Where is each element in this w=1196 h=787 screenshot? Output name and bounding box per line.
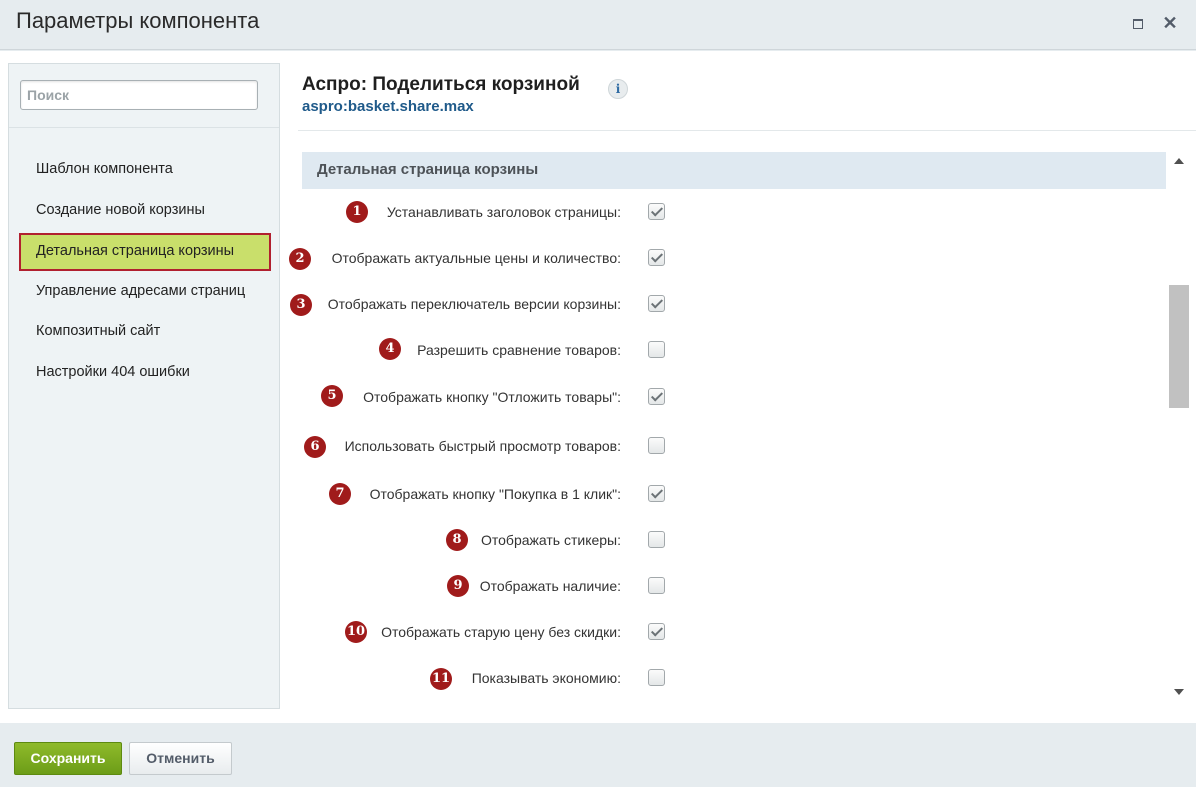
param-checkbox[interactable]	[648, 437, 665, 454]
sidebar-item-page-addresses[interactable]: Управление адресами страниц	[36, 283, 245, 299]
param-number-badge: 4	[379, 338, 401, 360]
header-divider	[298, 130, 1196, 131]
sidebar-item-new-basket[interactable]: Создание новой корзины	[36, 202, 205, 218]
param-checkbox[interactable]	[648, 577, 665, 594]
param-label: Устанавливать заголовок страницы:	[386, 204, 621, 220]
param-label: Отображать наличие:	[479, 578, 621, 594]
param-label: Отображать переключатель версии корзины:	[327, 296, 621, 312]
param-number-badge: 9	[447, 575, 469, 597]
param-number-badge: 11	[430, 668, 453, 690]
window-titlebar: Параметры компонента ✕	[0, 0, 1196, 50]
param-label: Показывать экономию:	[471, 670, 621, 686]
param-checkbox[interactable]	[648, 341, 665, 358]
sidebar-item-composite[interactable]: Композитный сайт	[36, 323, 160, 339]
param-number-badge: 3	[290, 294, 312, 316]
sidebar-divider	[9, 127, 279, 128]
param-checkbox[interactable]	[648, 203, 665, 220]
info-icon[interactable]: i	[608, 79, 628, 99]
search-field[interactable]	[20, 80, 258, 110]
param-number-badge: 5	[321, 385, 343, 407]
sidebar-item-template[interactable]: Шаблон компонента	[36, 161, 173, 177]
param-label: Отображать кнопку "Покупка в 1 клик":	[369, 486, 621, 502]
cancel-button[interactable]: Отменить	[129, 742, 232, 775]
param-label: Отображать актуальные цены и количество:	[331, 250, 621, 266]
param-number-badge: 6	[304, 436, 326, 458]
sidebar-item-404[interactable]: Настройки 404 ошибки	[36, 364, 190, 380]
param-checkbox[interactable]	[648, 249, 665, 266]
param-number-badge: 1	[346, 201, 368, 223]
sidebar-item-detail-page[interactable]: Детальная страница корзины	[19, 233, 271, 271]
window-title: Параметры компонента	[16, 8, 260, 33]
sidebar: Шаблон компонента Создание новой корзины…	[8, 63, 280, 709]
param-checkbox[interactable]	[648, 388, 665, 405]
param-label: Отображать кнопку "Отложить товары":	[363, 389, 621, 405]
component-code: aspro:basket.share.max	[302, 98, 474, 115]
param-checkbox[interactable]	[648, 623, 665, 640]
param-label: Разрешить сравнение товаров:	[417, 342, 621, 358]
param-number-badge: 10	[345, 621, 368, 643]
param-label: Отображать старую цену без скидки:	[381, 624, 621, 640]
scrollbar-thumb[interactable]	[1169, 285, 1189, 408]
param-checkbox[interactable]	[648, 669, 665, 686]
param-number-badge: 7	[329, 483, 351, 505]
section-header: Детальная страница корзины	[302, 152, 1166, 189]
component-title: Аспро: Поделиться корзиной	[302, 74, 580, 95]
param-checkbox[interactable]	[648, 295, 665, 312]
maximize-icon[interactable]	[1133, 19, 1143, 29]
scroll-down-arrow-icon[interactable]	[1174, 689, 1184, 695]
param-number-badge: 8	[446, 529, 468, 551]
close-icon[interactable]: ✕	[1160, 11, 1180, 35]
param-checkbox[interactable]	[648, 531, 665, 548]
param-label: Отображать стикеры:	[481, 532, 621, 548]
param-checkbox[interactable]	[648, 485, 665, 502]
scroll-up-arrow-icon[interactable]	[1174, 158, 1184, 164]
search-input[interactable]	[21, 81, 257, 109]
save-button[interactable]: Сохранить	[14, 742, 122, 775]
param-number-badge: 2	[289, 248, 311, 270]
param-label: Использовать быстрый просмотр товаров:	[344, 438, 621, 454]
